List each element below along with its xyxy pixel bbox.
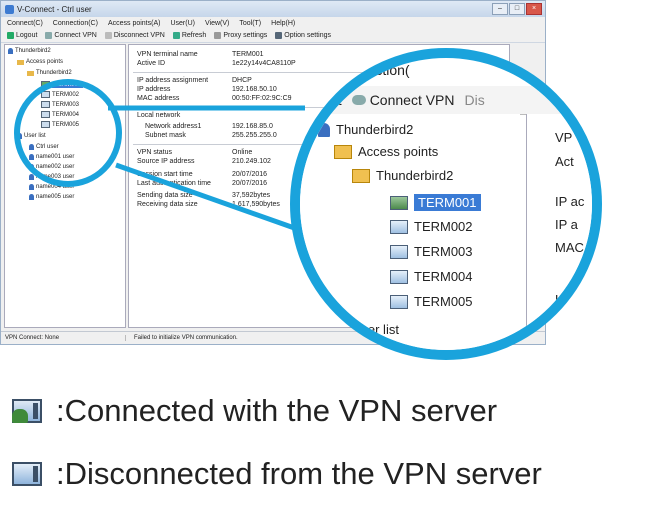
zoom-tree-term002[interactable]: TERM002 [390, 219, 473, 234]
connect-icon [351, 95, 366, 105]
zoom-logout-label[interactable]: ut [330, 92, 342, 108]
zoom-detail-label: IP ac [555, 194, 585, 209]
folder-icon [334, 144, 352, 159]
zoom-detail-label: MAC [555, 240, 584, 255]
terminal-icon [390, 269, 408, 284]
zoom-details: VP Act IP ac IP a MAC L [526, 114, 592, 350]
zoom-tree-term001[interactable]: TERM001 [390, 194, 481, 211]
folder-icon [352, 168, 370, 183]
zoom-detail-label: Act [555, 154, 574, 169]
legend-disconnected-text: :Disconnected from the VPN server [56, 456, 542, 491]
magnifier-zoom-circle: nnection( ut Connect VPN Dis Thunderbird… [290, 48, 602, 360]
zoom-connect-vpn-button[interactable]: Connect VPN [351, 92, 455, 108]
zoom-toolbar: ut Connect VPN Dis [300, 86, 592, 115]
terminal-icon [390, 294, 408, 309]
zoom-tree-term005[interactable]: TERM005 [390, 294, 473, 309]
connected-terminal-icon [12, 399, 42, 423]
zoom-detail-label: IP a [555, 217, 578, 232]
user-icon [334, 322, 346, 337]
zoom-tree-root[interactable]: Thunderbird2 [318, 122, 413, 137]
zoom-tree-group[interactable]: Thunderbird2 [352, 168, 453, 183]
zoom-tree-term004[interactable]: TERM004 [390, 269, 473, 284]
legend-connected: :Connected with the VPN server [12, 393, 497, 429]
zoom-tree[interactable]: Thunderbird2 Access points Thunderbird2 … [300, 114, 520, 350]
zoom-detail-label: L [555, 292, 563, 307]
zoom-tree-term003[interactable]: TERM003 [390, 244, 473, 259]
zoom-detail-label: VP [555, 130, 573, 145]
legend-connected-text: :Connected with the VPN server [56, 393, 498, 428]
legend-disconnected: :Disconnected from the VPN server [12, 456, 542, 492]
terminal-icon [390, 244, 408, 259]
connected-terminal-icon [390, 195, 408, 210]
disconnected-terminal-icon [12, 462, 42, 486]
root-icon [318, 122, 330, 137]
zoom-menu-fragment: nnection( [352, 62, 410, 78]
terminal-icon [390, 219, 408, 234]
zoom-tree-user-list[interactable]: User list [334, 322, 399, 337]
zoom-tree-access-points[interactable]: Access points [334, 144, 438, 159]
zoom-disconnect-button[interactable]: Dis [465, 92, 485, 108]
